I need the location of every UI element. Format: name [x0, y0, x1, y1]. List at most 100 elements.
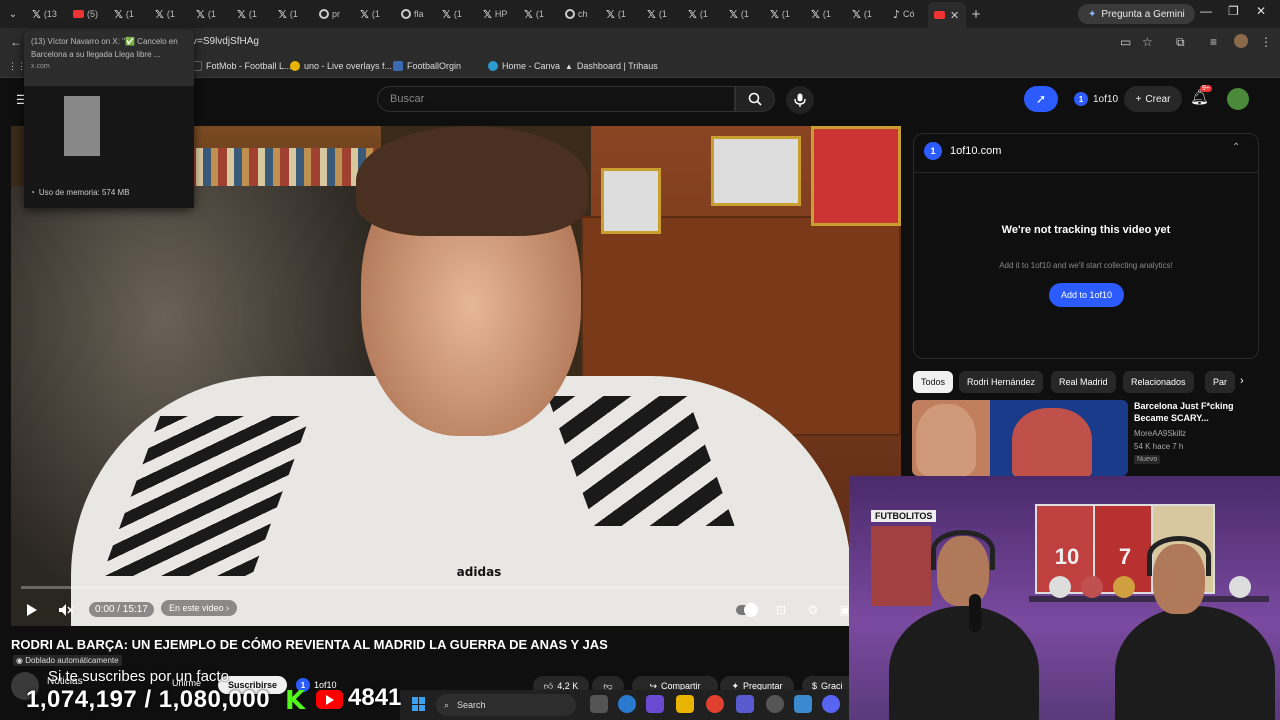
pin-extension-button[interactable]: ➚ — [1024, 86, 1058, 112]
browser-tab[interactable]: 𝕏 (1 — [641, 3, 682, 25]
browser-tab[interactable]: 𝕏 (1 — [518, 3, 559, 25]
browser-tab[interactable]: 𝕏 (1 — [149, 3, 190, 25]
oneof10-header-button[interactable]: 1 1of10 — [1068, 86, 1124, 112]
chapter-button[interactable]: En este video › — [161, 600, 238, 616]
browser-tab[interactable]: 𝕏 (1 — [108, 3, 149, 25]
search-input[interactable]: Buscar — [377, 86, 735, 112]
tab-hover-card: (13) Víctor Navarro on X: "✅ Cancelo en … — [24, 30, 194, 208]
reading-list-icon[interactable]: ≡ — [1210, 35, 1217, 49]
browser-tab[interactable]: pr — [313, 3, 354, 25]
chrome-icon[interactable] — [706, 695, 724, 713]
file-explorer-icon[interactable] — [676, 695, 694, 713]
bookmark-trihaus[interactable]: ▲ Dashboard | Trihaus — [565, 61, 658, 71]
play-button[interactable] — [21, 600, 43, 620]
browser-tab[interactable]: ♪ Có — [887, 3, 928, 25]
x-icon: 𝕏 — [688, 7, 697, 21]
bookmark-star-icon[interactable]: ☆ — [1142, 35, 1153, 49]
add-to-oneof10-button[interactable]: Add to 1of10 — [1049, 283, 1124, 307]
browser-tab[interactable]: 𝕏 (1 — [805, 3, 846, 25]
account-avatar[interactable] — [1227, 88, 1249, 110]
progress-bar[interactable] — [21, 586, 891, 589]
cast-icon[interactable]: ▭ — [1120, 35, 1131, 49]
browser-tab[interactable]: 𝕏 (1 — [846, 3, 887, 25]
create-button[interactable]: + Crear — [1124, 86, 1182, 112]
x-icon: 𝕏 — [278, 7, 287, 21]
browser-tab[interactable]: 𝕏 (1 — [231, 3, 272, 25]
browser-tab[interactable]: 𝕏 (1 — [764, 3, 805, 25]
youtube-icon — [73, 10, 84, 18]
extensions-icon[interactable]: ⧉ — [1176, 35, 1185, 50]
profile-avatar[interactable] — [1234, 34, 1248, 48]
url-text[interactable]: v=S9lvdjSfHAg — [192, 36, 259, 47]
app-icon[interactable] — [766, 695, 784, 713]
active-tab[interactable]: ✕ — [928, 2, 966, 28]
tab-search-icon[interactable]: ⌄ — [0, 9, 26, 20]
browser-tab[interactable]: 𝕏 (1 — [354, 3, 395, 25]
browser-tab[interactable]: 𝕏 HP — [477, 3, 518, 25]
x-icon: 𝕏 — [442, 7, 451, 21]
tab-label: (1 — [207, 9, 216, 19]
discord-icon[interactable] — [822, 695, 840, 713]
app-icon[interactable] — [646, 695, 664, 713]
browser-tab[interactable]: ch — [559, 3, 600, 25]
notifications-button[interactable]: 🔔︎ 9+ — [1190, 85, 1212, 106]
settings-button[interactable]: ⚙ — [803, 600, 823, 620]
windows-start-icon[interactable] — [412, 697, 426, 711]
captions-button[interactable]: ⊡ — [771, 600, 791, 620]
x-icon: 𝕏 — [811, 7, 820, 21]
collapse-chevron-icon[interactable]: ⌃ — [1232, 142, 1240, 153]
back-icon[interactable]: ← — [10, 35, 22, 49]
tab-label: (1 — [740, 9, 749, 19]
browser-tab[interactable]: 𝕏 (13 — [26, 3, 67, 25]
youtube-logo-icon — [316, 690, 343, 709]
browser-tab[interactable]: 𝕏 (1 — [436, 3, 477, 25]
close-tab-icon[interactable]: ✕ — [950, 9, 959, 22]
new-tab-button[interactable]: + — [966, 6, 986, 23]
browser-tab[interactable]: 𝕏 (1 — [682, 3, 723, 25]
recommendation-title[interactable]: Barcelona Just F*cking Became SCARY... — [1134, 400, 1258, 424]
chip-real-madrid[interactable]: Real Madrid — [1051, 371, 1116, 393]
restore-icon[interactable]: ❐ — [1228, 4, 1239, 18]
voice-search-button[interactable] — [786, 86, 814, 114]
pin-icon: ➚ — [1035, 92, 1047, 106]
viewer-count: 4841 — [348, 684, 402, 711]
browser-tab[interactable]: 𝕏 (1 — [190, 3, 231, 25]
x-icon: 𝕏 — [237, 7, 246, 21]
plus-icon: + — [1135, 93, 1142, 105]
football — [1113, 576, 1135, 598]
chip-rodri[interactable]: Rodri Hernández — [959, 371, 1044, 393]
browser-tab[interactable]: 𝕏 (1 — [272, 3, 313, 25]
autoplay-toggle[interactable] — [735, 600, 759, 620]
browser-tab[interactable]: (5) — [67, 3, 108, 25]
chip-relacionados[interactable]: Relacionados — [1123, 371, 1194, 393]
taskbar-search[interactable]: ⌕ Search — [436, 694, 576, 716]
chip-todos[interactable]: Todos — [913, 371, 954, 393]
bookmark-uno[interactable]: uno - Live overlays f... — [290, 61, 392, 71]
menu-icon[interactable]: ⋮ — [1260, 35, 1272, 49]
bookmark-fotmob[interactable]: FotMob - Football L... — [192, 61, 292, 71]
edge-icon[interactable] — [618, 695, 636, 713]
search-button[interactable] — [735, 86, 775, 112]
chrome-icon — [319, 9, 329, 19]
app-icon[interactable] — [794, 695, 812, 713]
chevron-right-icon[interactable]: › — [1240, 375, 1244, 387]
close-window-icon[interactable]: ✕ — [1256, 4, 1266, 18]
teams-icon[interactable] — [736, 695, 754, 713]
tab-label: HP — [494, 9, 508, 19]
task-view-icon[interactable] — [590, 695, 608, 713]
tab-label: (1 — [535, 9, 544, 19]
tab-label: (1 — [822, 9, 831, 19]
x-icon: 𝕏 — [770, 7, 779, 21]
browser-tab[interactable]: 𝕏 (1 — [600, 3, 641, 25]
bookmark-canva[interactable]: Home - Canva — [488, 61, 560, 71]
browser-tab[interactable]: fla — [395, 3, 436, 25]
browser-tab[interactable]: 𝕏 (1 — [723, 3, 764, 25]
recommendation-item[interactable]: Barcelona Just F*cking Became SCARY... M… — [912, 400, 1258, 476]
chip-partial[interactable]: Par — [1205, 371, 1235, 393]
minimize-icon[interactable]: — — [1200, 4, 1212, 18]
recommendation-thumbnail[interactable] — [912, 400, 1128, 476]
gemini-button[interactable]: ✦ Pregunta a Gemini — [1078, 4, 1195, 24]
bookmark-footballorgin[interactable]: FootballOrgin — [393, 61, 461, 71]
time-display: 0:00 / 15:17 — [89, 602, 154, 617]
mute-button[interactable] — [55, 600, 77, 620]
